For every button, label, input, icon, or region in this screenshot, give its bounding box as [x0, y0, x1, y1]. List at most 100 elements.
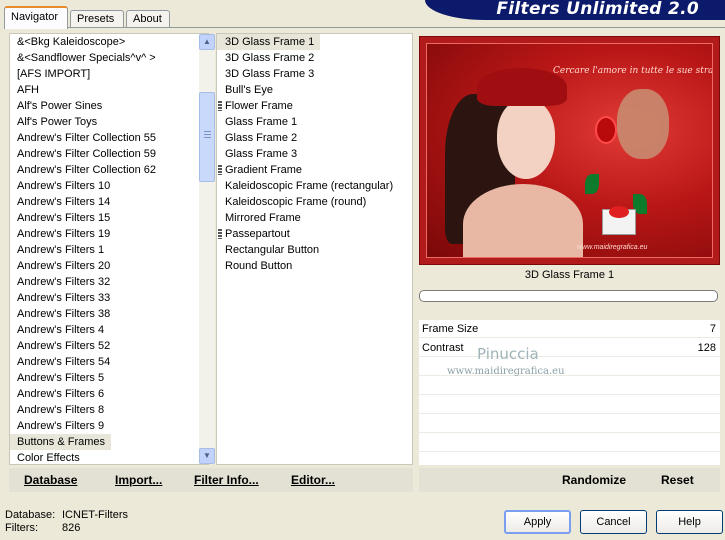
category-scrollbar[interactable]: ▲ ▼ — [199, 34, 215, 464]
reset-button[interactable]: Reset — [661, 473, 694, 487]
category-item[interactable]: Andrew's Filters 52 — [10, 338, 156, 354]
param-name: Contrast — [422, 342, 464, 354]
param-row-contrast[interactable]: Contrast 128 — [419, 339, 720, 357]
status-database: Database: ICNET-Filters — [5, 509, 128, 522]
filter-item-label: Flower Frame — [225, 100, 293, 112]
category-item[interactable]: &<Bkg Kaleidoscope> — [10, 34, 156, 50]
category-item[interactable]: Andrew's Filters 14 — [10, 194, 156, 210]
filter-item-label: 3D Glass Frame 3 — [225, 68, 315, 80]
category-items: &<Bkg Kaleidoscope> &<Sandflower Specials… — [10, 34, 156, 466]
filter-item-label: Kaleidoscopic Frame (round) — [225, 196, 367, 208]
scroll-thumb[interactable] — [199, 92, 215, 182]
filter-item-label: Gradient Frame — [225, 164, 303, 176]
category-item[interactable]: Andrew's Filter Collection 59 — [10, 146, 156, 162]
help-button[interactable]: Help — [656, 510, 723, 534]
filter-item-label: Kaleidoscopic Frame (rectangular) — [225, 180, 394, 192]
filter-list[interactable]: 3D Glass Frame 1 3D Glass Frame 2 3D Glass… — [216, 33, 413, 465]
man-face — [617, 89, 669, 159]
database-button[interactable]: Database — [24, 473, 77, 487]
category-item[interactable]: Andrew's Filters 5 — [10, 370, 156, 386]
status-filters: Filters: 826 — [5, 522, 128, 535]
filter-item[interactable]: Kaleidoscopic Frame (rectangular) — [217, 178, 393, 194]
category-item[interactable]: Color Effects — [10, 450, 156, 466]
filter-item[interactable]: Gradient Frame — [217, 162, 393, 178]
filter-item[interactable]: Bull's Eye — [217, 82, 393, 98]
category-item[interactable]: Andrew's Filters 6 — [10, 386, 156, 402]
category-item[interactable]: Buttons & Frames — [10, 434, 112, 450]
tab-presets[interactable]: Presets — [70, 10, 124, 28]
category-item[interactable]: &<Sandflower Specials^v^ > — [10, 50, 156, 66]
param-row-frame-size[interactable]: Frame Size 7 — [419, 320, 720, 338]
filter-item[interactable]: Mirrored Frame — [217, 210, 393, 226]
grip-icon — [204, 131, 211, 140]
navigator-toolbar: Database Import... Filter Info... Editor… — [9, 468, 413, 492]
filter-item-label: Glass Frame 2 — [225, 132, 298, 144]
scroll-up-button[interactable]: ▲ — [199, 34, 215, 50]
filter-item[interactable]: Kaleidoscopic Frame (round) — [217, 194, 393, 210]
filter-item[interactable]: Round Button — [217, 258, 393, 274]
filter-item[interactable]: Glass Frame 3 — [217, 146, 393, 162]
preview-image: Cercare l'amore in tutte le sue strade w… — [419, 36, 720, 265]
filter-items: 3D Glass Frame 1 3D Glass Frame 2 3D Glass… — [217, 34, 393, 274]
category-item[interactable]: Alf's Power Sines — [10, 98, 156, 114]
category-item[interactable]: Andrew's Filters 20 — [10, 258, 156, 274]
filter-item-label: 3D Glass Frame 2 — [225, 52, 315, 64]
filter-info-button[interactable]: Filter Info... — [194, 473, 259, 487]
filter-item[interactable]: Flower Frame — [217, 98, 393, 114]
filter-item[interactable]: 3D Glass Frame 2 — [217, 50, 393, 66]
status-filters-label: Filters: — [5, 522, 38, 534]
category-item[interactable]: Andrew's Filters 8 — [10, 402, 156, 418]
category-list[interactable]: &<Bkg Kaleidoscope> &<Sandflower Specials… — [9, 33, 215, 466]
filter-item[interactable]: Passepartout — [217, 226, 393, 242]
cancel-button[interactable]: Cancel — [580, 510, 647, 534]
filter-item[interactable]: Rectangular Button — [217, 242, 393, 258]
param-row-empty — [419, 377, 720, 395]
filter-item-label: Glass Frame 3 — [225, 148, 298, 160]
filter-item[interactable]: Glass Frame 2 — [217, 130, 393, 146]
category-item[interactable]: Andrew's Filters 38 — [10, 306, 156, 322]
app-title-banner: Filters Unlimited 2.0 — [425, 0, 725, 20]
category-item[interactable]: Alf's Power Toys — [10, 114, 156, 130]
filter-item[interactable]: 3D Glass Frame 3 — [217, 66, 393, 82]
category-item[interactable]: Andrew's Filter Collection 55 — [10, 130, 156, 146]
woman-shoulder — [463, 184, 583, 257]
category-item[interactable]: AFH — [10, 82, 156, 98]
category-item[interactable]: Andrew's Filters 9 — [10, 418, 156, 434]
scroll-down-button[interactable]: ▼ — [199, 448, 215, 464]
category-item[interactable]: Andrew's Filters 1 — [10, 242, 156, 258]
category-item[interactable]: Andrew's Filters 4 — [10, 322, 156, 338]
tab-about[interactable]: About — [126, 10, 170, 28]
parameter-panel: Frame Size 7 Contrast 128 — [419, 320, 720, 465]
leaf-icon — [585, 174, 599, 194]
param-row-empty — [419, 396, 720, 414]
editor-button[interactable]: Editor... — [291, 473, 335, 487]
category-item[interactable]: Andrew's Filters 19 — [10, 226, 156, 242]
param-value: 7 — [709, 323, 716, 335]
filter-item[interactable]: 3D Glass Frame 1 — [217, 34, 321, 50]
tab-navigator[interactable]: Navigator — [4, 6, 68, 29]
category-item[interactable]: Andrew's Filters 10 — [10, 178, 156, 194]
preview-caption: Cercare l'amore in tutte le sue strade — [553, 66, 713, 76]
category-item[interactable]: Andrew's Filters 32 — [10, 274, 156, 290]
category-item[interactable]: Andrew's Filters 15 — [10, 210, 156, 226]
param-name: Frame Size — [422, 323, 479, 335]
apply-button[interactable]: Apply — [504, 510, 571, 534]
category-item[interactable]: Andrew's Filters 33 — [10, 290, 156, 306]
randomize-button[interactable]: Randomize — [562, 473, 626, 487]
status-filters-value: 826 — [62, 522, 81, 534]
rose-icon — [595, 116, 617, 144]
preview-signature: www.maidiregrafica.eu — [577, 244, 648, 251]
preview-artwork: Cercare l'amore in tutte le sue strade w… — [426, 43, 713, 258]
filter-item-label: Glass Frame 1 — [225, 116, 298, 128]
param-row-empty — [419, 434, 720, 452]
filter-item-label: Bull's Eye — [225, 84, 273, 96]
category-item[interactable]: [AFS IMPORT] — [10, 66, 156, 82]
woman-face — [497, 99, 555, 179]
status-database-label: Database: — [5, 509, 56, 521]
filter-item[interactable]: Glass Frame 1 — [217, 114, 393, 130]
category-item[interactable]: Andrew's Filter Collection 62 — [10, 162, 156, 178]
heart-icon — [609, 206, 629, 218]
import-button[interactable]: Import... — [115, 473, 162, 487]
param-row-empty — [419, 415, 720, 433]
category-item[interactable]: Andrew's Filters 54 — [10, 354, 156, 370]
